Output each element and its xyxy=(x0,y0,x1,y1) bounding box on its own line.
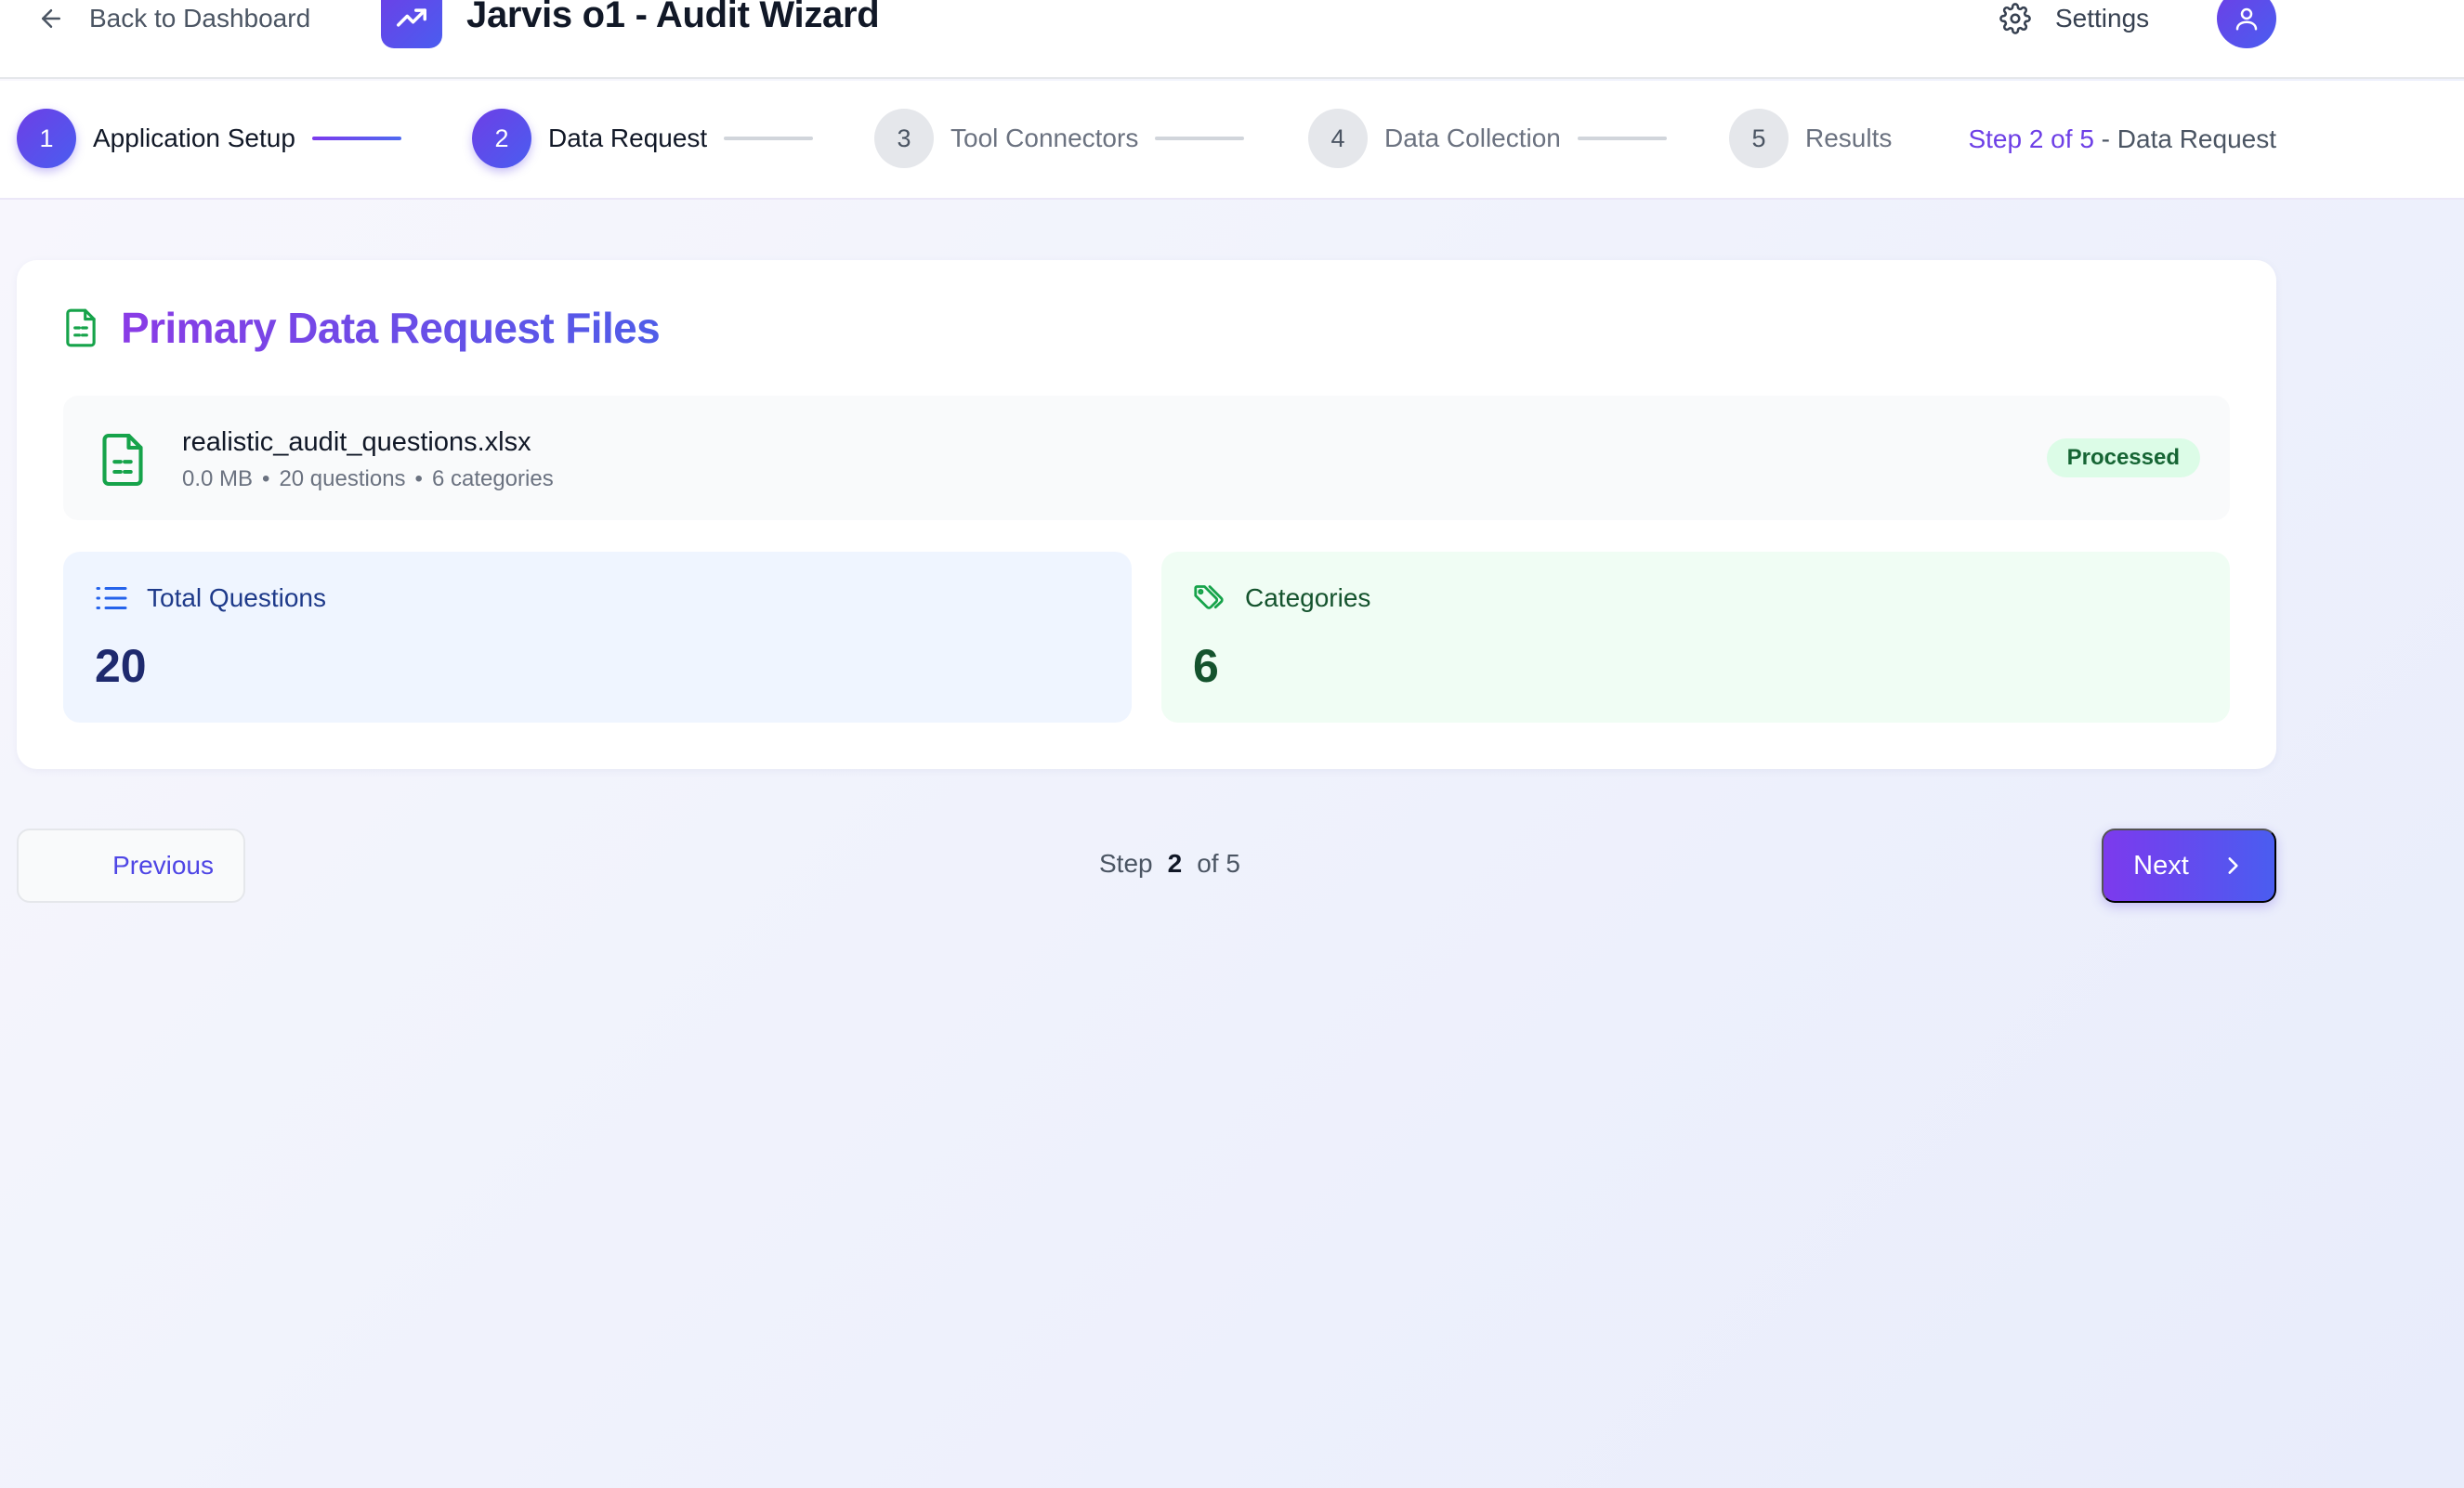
step-connector xyxy=(311,137,401,140)
gear-icon xyxy=(1999,3,2031,34)
step-results[interactable]: 5 Results xyxy=(1729,109,1892,168)
file-spreadsheet-icon xyxy=(66,308,96,347)
previous-button[interactable]: Previous xyxy=(17,829,245,903)
step-connector xyxy=(724,137,814,140)
file-category-count: 6 categories xyxy=(431,466,554,491)
step-connector xyxy=(1155,137,1245,140)
step-data-collection[interactable]: 4 Data Collection xyxy=(1308,109,1667,168)
meta-separator: • xyxy=(262,466,270,491)
list-icon xyxy=(96,587,127,609)
trending-up-icon xyxy=(397,8,426,27)
step-label: Application Setup xyxy=(93,124,295,152)
file-spreadsheet-icon xyxy=(102,433,143,487)
back-label: Back to Dashboard xyxy=(89,4,311,33)
step-label: Data Collection xyxy=(1384,124,1561,152)
meta-separator: • xyxy=(414,466,423,491)
step-counter: Step 2 of 5 xyxy=(1099,849,1240,879)
step-status-rest: - Data Request xyxy=(2093,124,2276,153)
categories-value: 6 xyxy=(1193,640,1219,692)
step-tool-connectors[interactable]: 3 Tool Connectors xyxy=(874,109,1245,168)
card-header: Primary Data Request Files xyxy=(63,303,661,353)
step-number: 4 xyxy=(1308,109,1368,168)
total-questions-value: 20 xyxy=(95,640,147,692)
step-word: Step xyxy=(1099,849,1153,878)
step-application-setup[interactable]: 1 Application Setup xyxy=(17,109,401,168)
app-logo xyxy=(381,0,442,48)
file-name: realistic_audit_questions.xlsx xyxy=(182,427,531,457)
step-connector xyxy=(1577,137,1667,140)
step-number: 3 xyxy=(874,109,934,168)
step-current-number: 2 xyxy=(1167,849,1183,878)
user-icon xyxy=(2235,7,2258,31)
file-item[interactable]: realistic_audit_questions.xlsx 0.0 MB • … xyxy=(63,396,2230,520)
step-label: Tool Connectors xyxy=(950,124,1139,152)
arrow-left-icon xyxy=(42,9,60,28)
status-badge: Processed xyxy=(2046,438,2200,477)
stat-header: Total Questions xyxy=(95,583,326,613)
next-button[interactable]: Next xyxy=(2102,829,2276,903)
back-to-dashboard-link[interactable]: Back to Dashboard xyxy=(37,0,310,37)
tags-icon xyxy=(1194,585,1224,609)
settings-button[interactable]: Settings xyxy=(1999,0,2149,37)
total-questions-stat: Total Questions 20 xyxy=(63,552,1132,723)
step-number: 1 xyxy=(17,109,76,168)
next-label: Next xyxy=(2133,850,2189,881)
user-avatar-button[interactable] xyxy=(2217,0,2276,48)
app-title: Jarvis o1 - Audit Wizard xyxy=(466,0,880,35)
total-questions-label: Total Questions xyxy=(147,583,326,612)
step-status-accent: Step 2 of 5 xyxy=(1968,124,2094,153)
data-request-card: Primary Data Request Files realistic_aud… xyxy=(17,260,2276,769)
categories-label: Categories xyxy=(1245,583,1371,612)
file-question-count: 20 questions xyxy=(279,466,406,491)
step-label: Results xyxy=(1805,124,1893,152)
step-total: of 5 xyxy=(1197,849,1240,878)
stat-header: Categories xyxy=(1193,583,1370,613)
categories-stat: Categories 6 xyxy=(1161,552,2230,723)
step-label: Data Request xyxy=(548,124,708,152)
file-size: 0.0 MB xyxy=(182,466,254,491)
settings-label: Settings xyxy=(2055,4,2150,33)
card-title: Primary Data Request Files xyxy=(121,304,661,352)
top-header: Back to Dashboard Jarvis o1 - Audit Wiza… xyxy=(0,0,2464,79)
step-number: 2 xyxy=(472,109,531,168)
file-meta: 0.0 MB • 20 questions • 6 categories xyxy=(182,466,554,492)
step-number: 5 xyxy=(1729,109,1789,168)
step-data-request[interactable]: 2 Data Request xyxy=(472,109,814,168)
wizard-stepper: 1 Application Setup 2 Data Request 3 Too… xyxy=(0,81,2464,200)
step-status-text: Step 2 of 5 - Data Request xyxy=(1968,124,2276,154)
chevron-right-icon xyxy=(2228,857,2238,874)
